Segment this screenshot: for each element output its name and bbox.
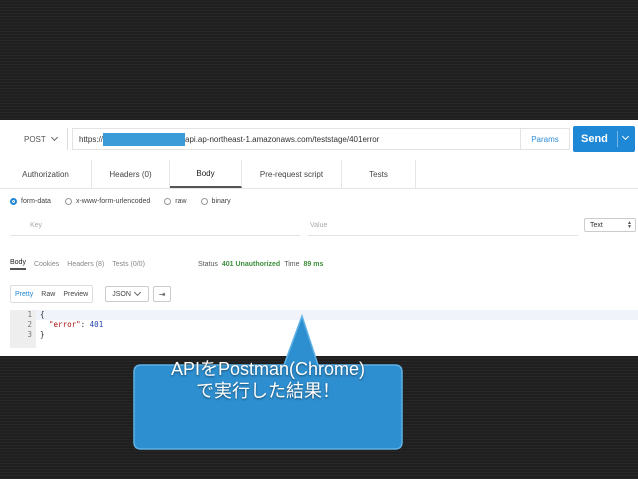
params-button[interactable]: Params xyxy=(520,128,570,150)
status-value: 401 Unauthorized xyxy=(221,260,281,268)
tab-tests[interactable]: Tests xyxy=(342,160,416,188)
send-button[interactable]: Send xyxy=(573,126,635,152)
chevron-down-icon xyxy=(50,133,58,142)
callout-line-1: APIをPostman(Chrome) xyxy=(170,359,366,379)
callout-text: APIをPostman(Chrome) で実行した結果！ xyxy=(136,358,400,402)
code-line: "error": 401 xyxy=(40,320,103,330)
wrap-lines-icon[interactable]: ⇥ xyxy=(153,286,172,302)
radio-urlencoded[interactable]: x-www-form-urlencoded xyxy=(64,197,151,205)
radio-binary[interactable]: binary xyxy=(200,197,231,205)
tab-response-cookies[interactable]: Cookies xyxy=(34,261,59,268)
up-down-icon: ▲ ▼ xyxy=(627,220,632,230)
radio-label: binary xyxy=(211,197,231,205)
response-view-bar: Pretty Raw Preview JSON ⇥ xyxy=(10,285,172,303)
type-select[interactable]: Text ▲ ▼ xyxy=(584,218,636,232)
tab-pre-request-script[interactable]: Pre-request script xyxy=(242,160,342,188)
code-line: { xyxy=(40,310,45,319)
line-number: 3 xyxy=(27,330,32,339)
tab-authorization[interactable]: Authorization xyxy=(0,160,92,188)
radio-icon xyxy=(164,197,172,205)
view-pretty[interactable]: Pretty xyxy=(11,286,37,302)
method-label: POST xyxy=(24,134,46,144)
postman-window: POST https:// api.ap-northeast-1.amazona… xyxy=(0,120,638,356)
key-underline xyxy=(10,235,300,236)
view-mode-group: Pretty Raw Preview xyxy=(10,285,94,303)
tab-response-body[interactable]: Body xyxy=(10,259,26,270)
json-value: 401 xyxy=(89,320,104,329)
callout-line-2: で実行した結果！ xyxy=(196,381,340,401)
url-bar: POST https:// api.ap-northeast-1.amazona… xyxy=(0,120,638,158)
json-separator: : xyxy=(80,320,90,329)
active-line-highlight xyxy=(36,310,638,320)
view-preview[interactable]: Preview xyxy=(59,286,92,302)
response-code-editor[interactable]: 1 2 3 { "error": 401 } xyxy=(10,310,638,348)
send-label: Send xyxy=(581,133,608,145)
radio-label: x-www-form-urlencoded xyxy=(75,197,151,205)
tab-response-headers[interactable]: Headers (8) xyxy=(67,261,104,268)
url-suffix: api.ap-northeast-1.amazonaws.com/teststa… xyxy=(185,134,380,144)
code-line: } xyxy=(40,330,45,339)
radio-form-data[interactable]: form-data xyxy=(10,197,51,205)
response-status: Status 401 Unauthorized Time 89 ms xyxy=(198,258,323,270)
body-type-group: form-data x-www-form-urlencoded raw bina… xyxy=(10,195,245,207)
url-prefix: https:// xyxy=(79,134,104,144)
radio-icon xyxy=(64,197,72,205)
chevron-down-icon xyxy=(133,288,141,297)
line-number: 1 xyxy=(27,310,32,319)
view-raw[interactable]: Raw xyxy=(37,286,59,302)
method-select[interactable]: POST xyxy=(12,128,68,150)
format-select[interactable]: JSON xyxy=(105,286,150,302)
radio-raw[interactable]: raw xyxy=(164,197,187,205)
response-tabs: Body Cookies Headers (8) Tests (0/0) xyxy=(10,258,153,270)
radio-icon xyxy=(200,197,208,205)
radio-label: raw xyxy=(175,197,187,205)
status-label: Status xyxy=(198,260,218,268)
form-data-row: Key Value Text ▲ ▼ xyxy=(10,218,636,236)
value-input[interactable]: Value xyxy=(310,222,327,229)
value-underline xyxy=(308,235,578,236)
line-gutter: 1 2 3 xyxy=(10,310,36,348)
time-value: 89 ms xyxy=(303,260,324,268)
radio-selected-icon xyxy=(10,197,17,205)
line-number: 2 xyxy=(27,320,32,329)
chevron-down-icon[interactable] xyxy=(621,132,630,141)
tab-response-tests[interactable]: Tests (0/0) xyxy=(112,261,145,268)
type-select-label: Text xyxy=(590,221,603,229)
key-input[interactable]: Key xyxy=(30,222,42,229)
tab-headers[interactable]: Headers (0) xyxy=(92,160,170,188)
redacted-region xyxy=(103,132,186,146)
time-label: Time xyxy=(284,260,300,268)
request-tabs: Authorization Headers (0) Body Pre-reque… xyxy=(0,160,638,189)
radio-label: form-data xyxy=(21,197,51,205)
send-divider xyxy=(617,131,618,147)
url-input[interactable]: https:// api.ap-northeast-1.amazonaws.co… xyxy=(72,128,520,150)
json-key: "error" xyxy=(49,320,81,329)
format-label: JSON xyxy=(112,290,131,298)
tab-body[interactable]: Body xyxy=(170,160,242,188)
